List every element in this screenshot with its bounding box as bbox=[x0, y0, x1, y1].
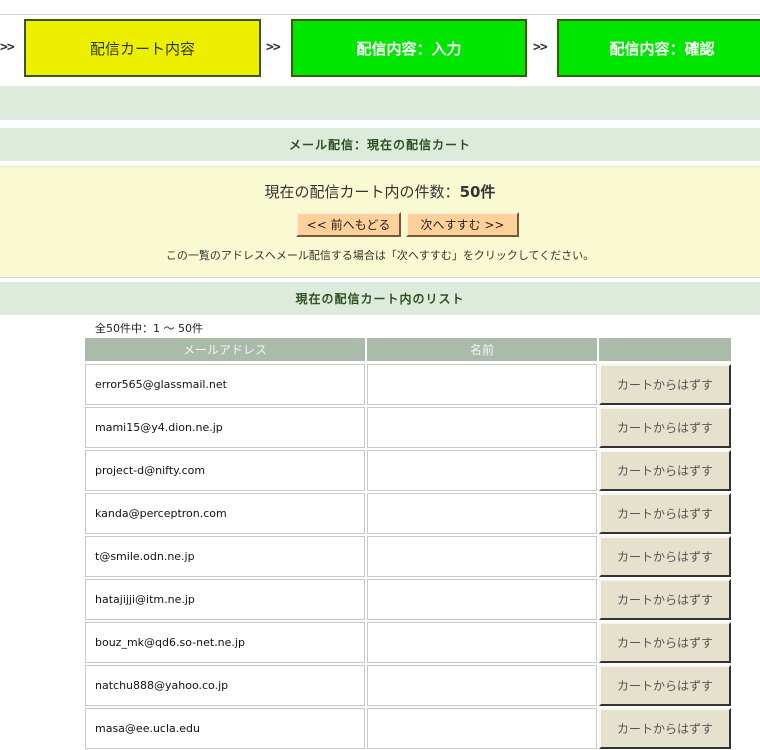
step-input-content: 配信内容：入力 bbox=[291, 19, 527, 77]
next-button[interactable]: 次へすすむ >> bbox=[406, 212, 519, 237]
section-title-cart-list: 現在の配信カート内のリスト bbox=[0, 282, 760, 315]
name-cell bbox=[367, 579, 597, 620]
step-confirm-content: 配信内容：確認 bbox=[557, 19, 760, 77]
name-cell bbox=[367, 450, 597, 491]
name-cell bbox=[367, 665, 597, 706]
action-cell: カートからはずす bbox=[599, 493, 731, 534]
remove-from-cart-button[interactable]: カートからはずす bbox=[599, 450, 731, 491]
action-cell: カートからはずす bbox=[599, 407, 731, 448]
remove-from-cart-button[interactable]: カートからはずす bbox=[599, 622, 731, 663]
column-header-action bbox=[599, 338, 731, 361]
cart-count-label: 現在の配信カート内の件数： bbox=[264, 183, 460, 201]
email-cell: t@smile.odn.ne.jp bbox=[85, 536, 365, 577]
email-cell: mami15@y4.dion.ne.jp bbox=[85, 407, 365, 448]
table-row: error565@glassmail.net カートからはずす bbox=[85, 364, 731, 406]
table-row: project-d@nifty.com カートからはずす bbox=[85, 450, 731, 492]
step-cart-contents: 配信カート内容 bbox=[24, 19, 261, 77]
step-separator: >> bbox=[0, 40, 15, 55]
result-range: 全50件中：1 〜 50件 bbox=[95, 322, 203, 335]
action-cell: カートからはずす bbox=[599, 708, 731, 749]
name-cell bbox=[367, 493, 597, 534]
email-cell: project-d@nifty.com bbox=[85, 450, 365, 491]
cart-count-value: 50件 bbox=[459, 183, 496, 201]
action-cell: カートからはずす bbox=[599, 364, 731, 405]
step-separator: >> bbox=[266, 40, 281, 55]
action-cell: カートからはずす bbox=[599, 622, 731, 663]
cart-count: 現在の配信カート内の件数：50件 bbox=[0, 181, 760, 202]
instruction-note: この一覧のアドレスへメール配信する場合は「次へすすむ」をクリックしてください。 bbox=[165, 249, 595, 262]
name-cell bbox=[367, 364, 597, 405]
column-header-name: 名前 bbox=[367, 338, 597, 361]
table-row: bouz_mk@qd6.so-net.ne.jp カートからはずす bbox=[85, 622, 731, 664]
remove-from-cart-button[interactable]: カートからはずす bbox=[599, 708, 731, 749]
table-row: kanda@perceptron.com カートからはずす bbox=[85, 493, 731, 535]
name-cell bbox=[367, 622, 597, 663]
email-cell: bouz_mk@qd6.so-net.ne.jp bbox=[85, 622, 365, 663]
back-button[interactable]: << 前へもどる bbox=[296, 212, 401, 237]
email-cell: masa@ee.ucla.edu bbox=[85, 708, 365, 749]
cart-info-panel: 現在の配信カート内の件数：50件 << 前へもどる 次へすすむ >> この一覧の… bbox=[0, 166, 760, 278]
column-header-email: メールアドレス bbox=[85, 338, 365, 361]
remove-from-cart-button[interactable]: カートからはずす bbox=[599, 536, 731, 577]
table-row: hatajijji@itm.ne.jp カートからはずす bbox=[85, 579, 731, 621]
email-cell: hatajijji@itm.ne.jp bbox=[85, 579, 365, 620]
action-cell: カートからはずす bbox=[599, 665, 731, 706]
table-row: t@smile.odn.ne.jp カートからはずす bbox=[85, 536, 731, 578]
remove-from-cart-button[interactable]: カートからはずす bbox=[599, 364, 731, 405]
name-cell bbox=[367, 536, 597, 577]
remove-from-cart-button[interactable]: カートからはずす bbox=[599, 579, 731, 620]
action-cell: カートからはずす bbox=[599, 579, 731, 620]
action-cell: カートからはずす bbox=[599, 536, 731, 577]
table-row: natchu888@yahoo.co.jp カートからはずす bbox=[85, 665, 731, 707]
email-cell: error565@glassmail.net bbox=[85, 364, 365, 405]
name-cell bbox=[367, 708, 597, 749]
remove-from-cart-button[interactable]: カートからはずす bbox=[599, 407, 731, 448]
name-cell bbox=[367, 407, 597, 448]
step-separator: >> bbox=[533, 40, 548, 55]
spacer-band bbox=[0, 86, 760, 120]
remove-from-cart-button[interactable]: カートからはずす bbox=[599, 493, 731, 534]
table-row: masa@ee.ucla.edu カートからはずす bbox=[85, 708, 731, 750]
top-divider bbox=[0, 14, 760, 15]
email-cell: natchu888@yahoo.co.jp bbox=[85, 665, 365, 706]
table-row: mami15@y4.dion.ne.jp カートからはずす bbox=[85, 407, 731, 449]
section-title-current-cart: メール配信：現在の配信カート bbox=[0, 128, 760, 161]
remove-from-cart-button[interactable]: カートからはずす bbox=[599, 665, 731, 706]
action-cell: カートからはずす bbox=[599, 450, 731, 491]
email-cell: kanda@perceptron.com bbox=[85, 493, 365, 534]
